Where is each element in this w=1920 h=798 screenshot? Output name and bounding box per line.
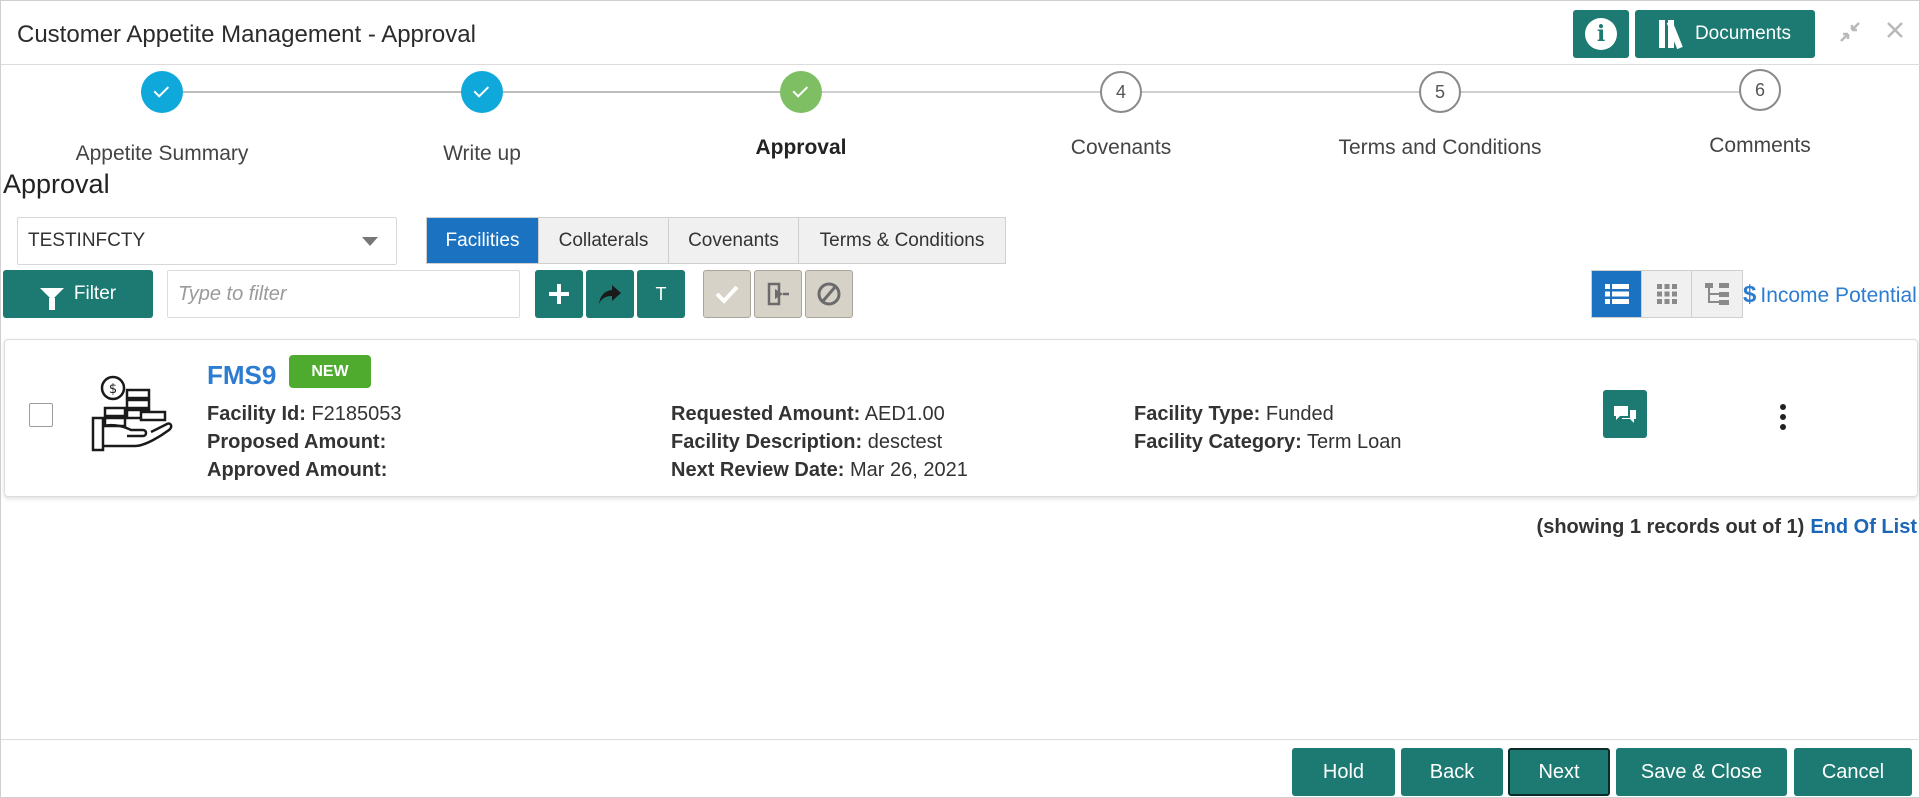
facility-name-link[interactable]: FMS9 xyxy=(207,360,276,391)
money-hand-icon: $ xyxy=(91,374,177,459)
cancel-button[interactable]: Cancel xyxy=(1794,748,1912,796)
step-label-comments[interactable]: Comments xyxy=(1610,134,1910,158)
step-6-number[interactable]: 6 xyxy=(1739,69,1781,111)
end-of-list-link[interactable]: End Of List xyxy=(1810,516,1917,538)
step-connector xyxy=(1122,91,1442,93)
requested-amount-field: Requested Amount: AED1.00 xyxy=(671,403,945,426)
grid-view-icon[interactable] xyxy=(1642,271,1692,317)
customer-select-value: TESTINFCTY xyxy=(28,230,146,251)
tab-bar: Facilities Collaterals Covenants Terms &… xyxy=(426,217,1006,264)
forward-button[interactable] xyxy=(586,270,634,318)
funnel-icon xyxy=(39,288,64,310)
income-potential-link[interactable]: $ Income Potential xyxy=(1743,281,1917,309)
next-button[interactable]: Next xyxy=(1508,748,1610,796)
filter-button[interactable]: Filter xyxy=(3,270,153,318)
facility-id-value: F2185053 xyxy=(311,403,402,425)
facility-id-label: Facility Id: xyxy=(207,403,306,425)
facility-description-value: desctest xyxy=(867,431,943,453)
step-1-check-icon[interactable] xyxy=(141,71,183,113)
page-title: Customer Appetite Management - Approval xyxy=(17,21,476,48)
next-review-date-field: Next Review Date: Mar 26, 2021 xyxy=(671,459,968,482)
more-options-icon[interactable] xyxy=(1777,404,1789,430)
dollar-icon: $ xyxy=(1743,281,1757,308)
block-icon xyxy=(817,282,841,306)
tab-collaterals[interactable]: Collaterals xyxy=(539,218,669,263)
chevron-down-icon xyxy=(362,237,378,246)
app-window: Customer Appetite Management - Approval … xyxy=(0,0,1920,798)
step-connector xyxy=(802,91,1122,93)
move-button[interactable] xyxy=(754,270,802,318)
status-badge: NEW xyxy=(289,355,371,388)
next-review-date-label: Next Review Date: xyxy=(671,459,845,481)
facility-category-value: Term Loan xyxy=(1307,431,1402,453)
step-2-check-icon[interactable] xyxy=(461,71,503,113)
facility-description-field: Facility Description: desctest xyxy=(671,431,942,454)
step-label-write-up[interactable]: Write up xyxy=(332,142,632,166)
template-button[interactable]: T xyxy=(637,270,685,318)
step-4-number[interactable]: 4 xyxy=(1100,71,1142,113)
documents-button[interactable]: Documents xyxy=(1635,10,1815,58)
svg-text:$: $ xyxy=(109,382,117,397)
requested-amount-value: AED1.00 xyxy=(864,403,945,425)
approved-amount-label: Approved Amount: xyxy=(207,459,388,481)
facility-category-field: Facility Category: Term Loan xyxy=(1134,431,1402,454)
step-connector xyxy=(162,91,482,93)
check-icon xyxy=(715,285,739,304)
section-title: Approval xyxy=(3,169,110,199)
close-icon[interactable] xyxy=(1884,19,1906,45)
footer-bar: Hold Back Next Save & Close Cancel xyxy=(1,739,1920,798)
step-label-terms-and-conditions[interactable]: Terms and Conditions xyxy=(1290,136,1590,160)
step-connector xyxy=(482,91,802,93)
add-button[interactable] xyxy=(535,270,583,318)
hold-button[interactable]: Hold xyxy=(1292,748,1395,796)
library-books-icon xyxy=(1658,20,1683,50)
chat-bubbles-icon xyxy=(1614,406,1636,423)
tab-covenants[interactable]: Covenants xyxy=(669,218,799,263)
records-count: (showing 1 records out of 1) xyxy=(1536,516,1805,538)
plus-icon xyxy=(549,284,569,304)
facility-description-label: Facility Description: xyxy=(671,431,863,453)
step-5-number[interactable]: 5 xyxy=(1419,71,1461,113)
back-button[interactable]: Back xyxy=(1401,748,1503,796)
documents-label: Documents xyxy=(1694,23,1792,44)
step-connector xyxy=(1442,91,1762,93)
list-view-icon[interactable] xyxy=(1592,271,1642,317)
info-button[interactable]: i xyxy=(1573,10,1629,58)
approve-button[interactable] xyxy=(703,270,751,318)
facility-type-label: Facility Type: xyxy=(1134,403,1261,425)
requested-amount-label: Requested Amount: xyxy=(671,403,861,425)
exit-door-icon xyxy=(767,282,789,306)
step-label-covenants[interactable]: Covenants xyxy=(971,136,1271,160)
step-label-appetite-summary[interactable]: Appetite Summary xyxy=(12,142,312,166)
next-review-date-value: Mar 26, 2021 xyxy=(849,459,968,481)
facility-category-label: Facility Category: xyxy=(1134,431,1302,453)
minimize-icon[interactable] xyxy=(1837,19,1863,49)
facility-type-field: Facility Type: Funded xyxy=(1134,403,1334,426)
step-label-approval[interactable]: Approval xyxy=(651,136,951,160)
filter-label: Filter xyxy=(73,283,117,304)
info-icon: i xyxy=(1585,18,1617,50)
income-potential-label: Income Potential xyxy=(1760,284,1917,307)
facility-id-field: Facility Id: F2185053 xyxy=(207,403,402,426)
tab-terms-conditions[interactable]: Terms & Conditions xyxy=(799,218,1005,263)
view-toggle xyxy=(1591,270,1743,318)
header-bar: Customer Appetite Management - Approval … xyxy=(1,1,1920,65)
approved-amount-field: Approved Amount: xyxy=(207,459,387,482)
customer-select[interactable]: TESTINFCTY xyxy=(17,217,397,265)
facility-card: $ FMS9 NEW Facility Id: F2185053 Propose… xyxy=(4,339,1918,497)
facility-type-value: Funded xyxy=(1265,403,1334,425)
facility-checkbox[interactable] xyxy=(29,403,53,427)
share-arrow-icon xyxy=(599,285,621,304)
tab-facilities[interactable]: Facilities xyxy=(427,218,539,263)
comments-button[interactable] xyxy=(1603,390,1647,438)
filter-input[interactable] xyxy=(167,270,520,318)
step-3-check-icon[interactable] xyxy=(780,71,822,113)
proposed-amount-label: Proposed Amount: xyxy=(207,431,387,453)
reject-button[interactable] xyxy=(805,270,853,318)
tree-view-icon[interactable] xyxy=(1692,271,1742,317)
progress-stepper: Appetite Summary Write up Approval 4 Cov… xyxy=(1,65,1920,175)
records-summary: (showing 1 records out of 1) End Of List xyxy=(1537,516,1917,539)
proposed-amount-field: Proposed Amount: xyxy=(207,431,386,454)
save-close-button[interactable]: Save & Close xyxy=(1616,748,1787,796)
